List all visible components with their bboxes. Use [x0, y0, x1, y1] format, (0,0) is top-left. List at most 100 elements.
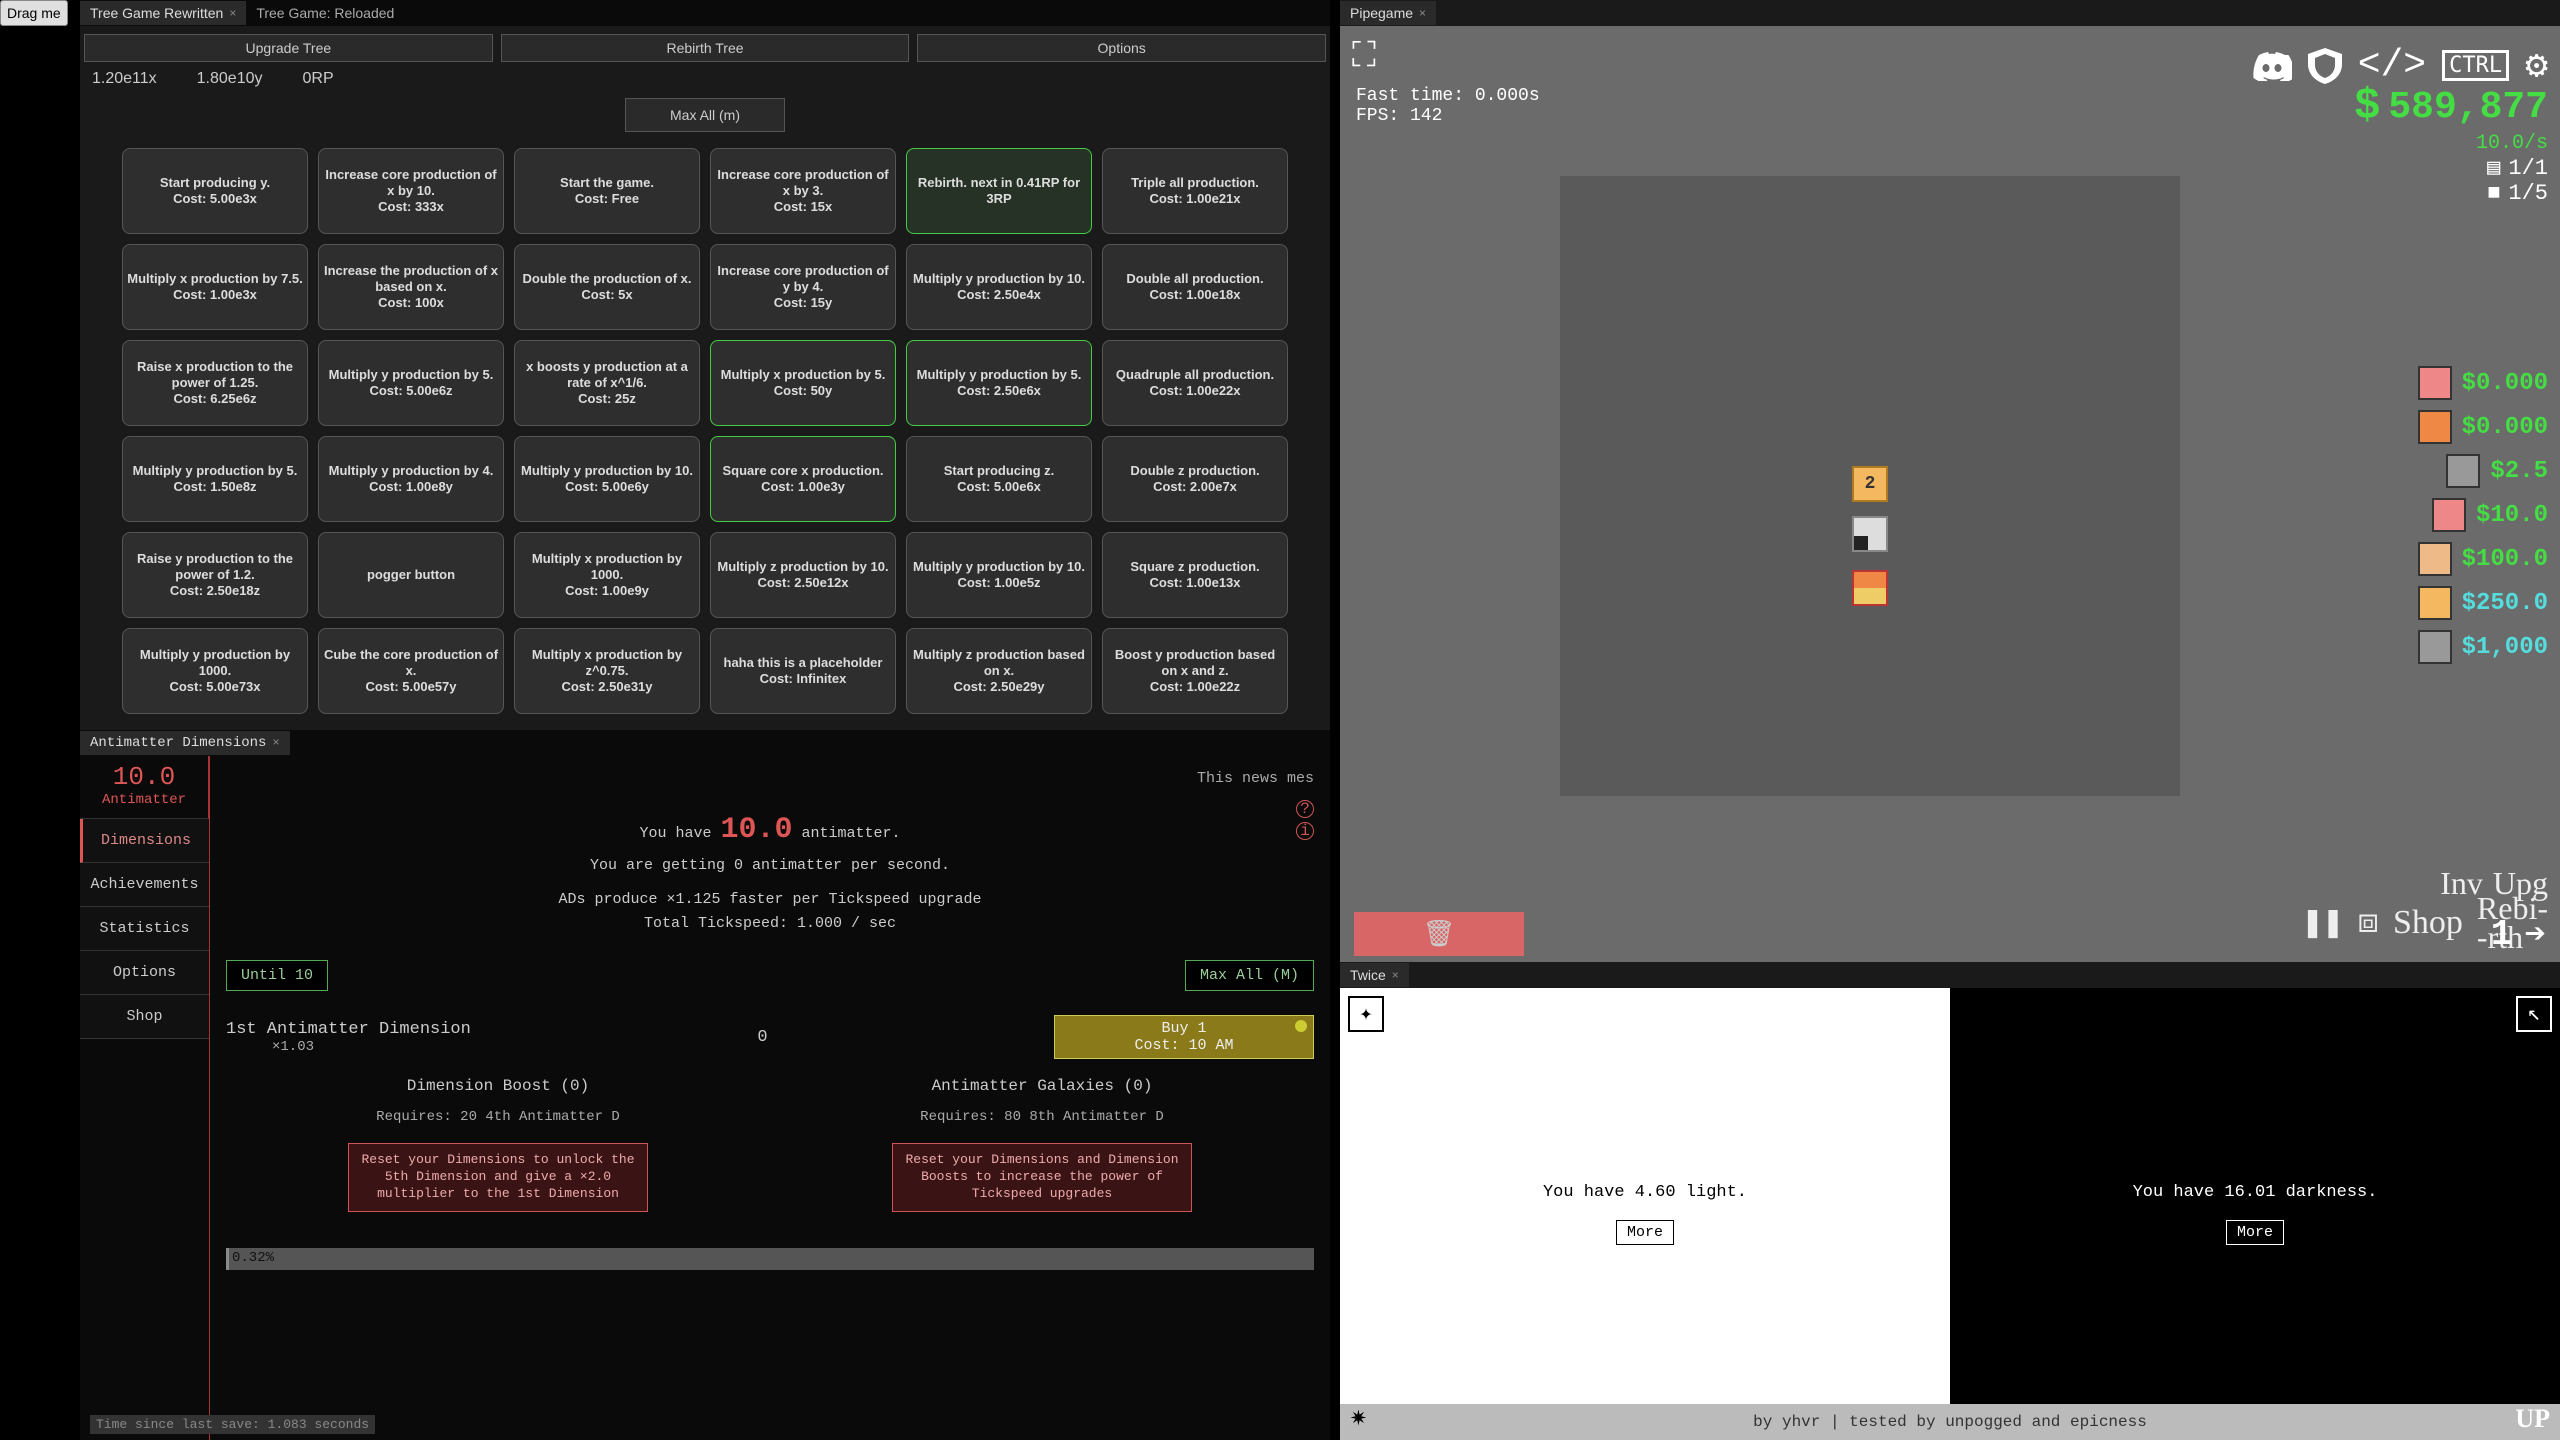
upgrade-node[interactable]: Increase core production of x by 3.Cost:… [710, 148, 896, 234]
upgrade-node[interactable]: Multiply y production by 10.Cost: 5.00e6… [514, 436, 700, 522]
antimatter-galaxy-button[interactable]: Reset your Dimensions and Dimension Boos… [892, 1143, 1192, 1212]
tab-tree-rewritten[interactable]: Tree Game Rewritten × [80, 1, 246, 25]
upgrade-node[interactable]: haha this is a placeholderCost: Infinite… [710, 628, 896, 714]
dimension-boost-button[interactable]: Reset your Dimensions to unlock the 5th … [348, 1143, 648, 1212]
fullscreen-icon[interactable]: ⛶ [1352, 38, 1376, 77]
pipe-tile[interactable] [1852, 516, 1888, 552]
nav-achievements[interactable]: Achievements [80, 863, 209, 907]
tab-pipegame[interactable]: Pipegame × [1340, 1, 1436, 25]
close-icon[interactable]: × [229, 6, 236, 20]
until-10-button[interactable]: Until 10 [226, 960, 328, 991]
stage-icon: ■ [2487, 181, 2500, 206]
light-more-button[interactable]: More [1616, 1220, 1674, 1245]
shop-item-icon [2418, 366, 2452, 400]
upgrade-node[interactable]: Multiply y production by 1000.Cost: 5.00… [122, 628, 308, 714]
upgrade-node[interactable]: Double all production.Cost: 1.00e18x [1102, 244, 1288, 330]
shop-item[interactable]: $250.0 [2418, 586, 2548, 620]
upgrade-node[interactable]: Raise y production to the power of 1.2.C… [122, 532, 308, 618]
upgrade-node[interactable]: Double z production.Cost: 2.00e7x [1102, 436, 1288, 522]
upgrade-node[interactable]: Quadruple all production.Cost: 1.00e22x [1102, 340, 1288, 426]
buy-dimension-button[interactable]: Buy 1 Cost: 10 AM [1054, 1015, 1314, 1059]
close-icon[interactable]: × [1392, 968, 1399, 982]
tab-tree-reloaded[interactable]: Tree Game: Reloaded [246, 1, 404, 25]
dark-icon[interactable]: ↖ [2516, 996, 2552, 1032]
upgrade-node[interactable]: Multiply y production by 5.Cost: 2.50e6x [906, 340, 1092, 426]
arrow-right-icon[interactable]: ➔ [2524, 913, 2546, 956]
generator-tile[interactable] [1852, 570, 1888, 606]
upgrade-node[interactable]: x boosts y production at a rate of x^1/6… [514, 340, 700, 426]
upgrade-node[interactable]: Triple all production.Cost: 1.00e21x [1102, 148, 1288, 234]
shield-icon[interactable] [2308, 48, 2342, 84]
shop-item[interactable]: $0.000 [2418, 366, 2548, 400]
shop-item-price: $250.0 [2462, 590, 2548, 617]
upgrade-node[interactable]: Multiply y production by 4.Cost: 1.00e8y [318, 436, 504, 522]
info-icon[interactable]: i [1296, 822, 1314, 840]
upgrade-node[interactable]: Double the production of x.Cost: 5x [514, 244, 700, 330]
upgrade-node[interactable]: Rebirth. next in 0.41RP for 3RP [906, 148, 1092, 234]
discord-icon[interactable] [2252, 51, 2292, 81]
upgrade-node[interactable]: Cube the core production of x.Cost: 5.00… [318, 628, 504, 714]
nav-options[interactable]: Options [80, 951, 209, 995]
up-label[interactable]: UP [2515, 1404, 2550, 1434]
options-button[interactable]: Options [917, 34, 1326, 62]
antimatter-panel: Antimatter Dimensions × 10.0 Antimatter … [80, 730, 1330, 1440]
shop-item[interactable]: $1,000 [2418, 630, 2548, 664]
tab-label: Pipegame [1350, 5, 1413, 21]
max-all-button[interactable]: Max All (m) [625, 98, 785, 132]
upgrade-node[interactable]: Multiply x production by 5.Cost: 50y [710, 340, 896, 426]
upgrade-node[interactable]: Start the game.Cost: Free [514, 148, 700, 234]
upgrade-node[interactable]: Increase core production of y by 4.Cost:… [710, 244, 896, 330]
help-icon[interactable]: ? [1296, 800, 1314, 818]
upgrade-node[interactable]: Square core x production.Cost: 1.00e3y [710, 436, 896, 522]
ctrl-icon[interactable]: CTRL [2442, 50, 2509, 81]
upgrade-node[interactable]: Multiply x production by z^0.75.Cost: 2.… [514, 628, 700, 714]
tile-badge[interactable]: 2 [1852, 466, 1888, 502]
upgrade-node[interactable]: Multiply z production based on x.Cost: 2… [906, 628, 1092, 714]
stat-x: 1.20e11x [92, 70, 157, 88]
close-icon[interactable]: × [272, 736, 279, 750]
count-selector[interactable]: 1 ➔ [2491, 913, 2546, 956]
shop-item-price: $1,000 [2462, 634, 2548, 661]
close-icon[interactable]: × [1419, 6, 1426, 20]
gear-icon[interactable]: ✷ [1350, 1399, 1367, 1434]
max-all-m-button[interactable]: Max All (M) [1185, 960, 1314, 991]
upgrade-node[interactable]: Increase the production of x based on x.… [318, 244, 504, 330]
playfield[interactable]: 2 [1560, 176, 2180, 796]
upgrade-tree-button[interactable]: Upgrade Tree [84, 34, 493, 62]
upgrade-node[interactable]: Raise x production to the power of 1.25.… [122, 340, 308, 426]
upgrade-node[interactable]: Multiply y production by 5.Cost: 1.50e8z [122, 436, 308, 522]
shop-item[interactable]: $100.0 [2418, 542, 2548, 576]
trash-button[interactable]: 🗑 [1354, 912, 1524, 956]
upgrade-node[interactable]: Multiply x production by 7.5.Cost: 1.00e… [122, 244, 308, 330]
upgrade-node[interactable]: Start producing y.Cost: 5.00e3x [122, 148, 308, 234]
upgrade-node[interactable]: Square z production.Cost: 1.00e13x [1102, 532, 1288, 618]
upgrade-node[interactable]: Multiply y production by 10.Cost: 2.50e4… [906, 244, 1092, 330]
upgrade-node[interactable]: Multiply y production by 5.Cost: 5.00e6z [318, 340, 504, 426]
drag-handle[interactable]: Drag me [0, 0, 68, 26]
tab-twice[interactable]: Twice × [1340, 963, 1409, 987]
dark-more-button[interactable]: More [2226, 1220, 2284, 1245]
money-display: $589,877 10.0/s ▤1/1 ■1/5 [2354, 82, 2548, 206]
upgrade-node[interactable]: Increase core production of x by 10.Cost… [318, 148, 504, 234]
tab-label: Antimatter Dimensions [90, 735, 266, 751]
dimension-mult: ×1.03 [272, 1039, 471, 1055]
nav-dimensions[interactable]: Dimensions [80, 819, 209, 863]
rebirth-tree-button[interactable]: Rebirth Tree [501, 34, 910, 62]
light-icon[interactable]: ✦ [1348, 996, 1384, 1032]
upgrade-node[interactable]: Multiply y production by 10.Cost: 1.00e5… [906, 532, 1092, 618]
upgrade-node[interactable]: Multiply x production by 1000.Cost: 1.00… [514, 532, 700, 618]
shop-item[interactable]: $0.000 [2418, 410, 2548, 444]
shop-item[interactable]: $10.0 [2418, 498, 2548, 532]
shop-item[interactable]: $2.5 [2418, 454, 2548, 488]
nav-statistics[interactable]: Statistics [80, 907, 209, 951]
shop-item-price: $0.000 [2462, 414, 2548, 441]
tab-label: Twice [1350, 967, 1386, 983]
nav-shop[interactable]: Shop [80, 995, 209, 1039]
upgrade-node[interactable]: Multiply z production by 10.Cost: 2.50e1… [710, 532, 896, 618]
upgrade-node[interactable]: Start producing z.Cost: 5.00e6x [906, 436, 1092, 522]
stat-rp: 0RP [303, 70, 334, 88]
code-icon[interactable]: </> [2358, 44, 2426, 87]
upgrade-node[interactable]: pogger button [318, 532, 504, 618]
tab-antimatter[interactable]: Antimatter Dimensions × [80, 731, 290, 755]
upgrade-node[interactable]: Boost y production based on x and z.Cost… [1102, 628, 1288, 714]
